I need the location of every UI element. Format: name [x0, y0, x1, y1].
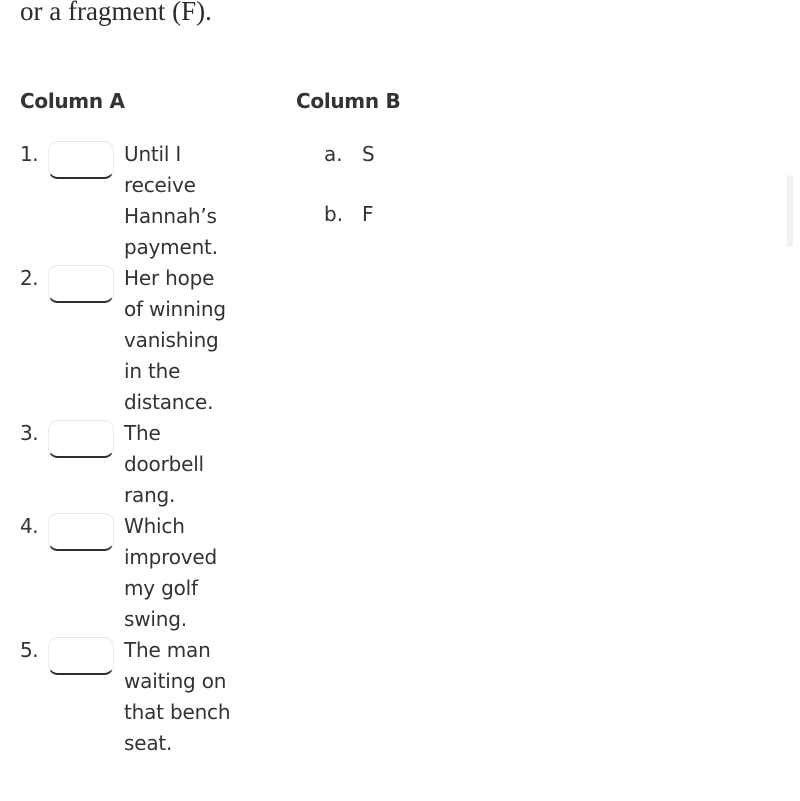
answer-input[interactable]	[48, 513, 114, 551]
item-number: 5.	[20, 638, 39, 662]
option-label: S	[362, 142, 375, 166]
option-item: b. F	[324, 199, 375, 230]
column-b-list: a. S b. F	[324, 139, 375, 259]
scrollbar[interactable]	[787, 175, 793, 247]
item-number: 4.	[20, 514, 39, 538]
option-letter: a.	[324, 142, 343, 166]
item-number: 2.	[20, 266, 39, 290]
list-item: 2. Her hope of winning vanishing in the …	[20, 263, 280, 418]
item-text: The doorbell rang.	[124, 421, 204, 507]
item-text: Until I receive Hannah’s payment.	[124, 142, 218, 259]
list-item: 5. The man waiting on that bench seat.	[20, 635, 280, 759]
answer-input[interactable]	[48, 265, 114, 303]
list-item: 4. Which improved my golf swing.	[20, 511, 280, 635]
column-a-list: 1. Until I receive Hannah’s payment. 2. …	[20, 139, 280, 759]
answer-input[interactable]	[48, 420, 114, 458]
list-item: 3. The doorbell rang.	[20, 418, 280, 511]
item-number: 1.	[20, 142, 39, 166]
column-b-header: Column B	[296, 89, 401, 113]
column-a-header: Column A	[20, 89, 125, 113]
instructions-text: or a fragment (F).	[20, 0, 212, 26]
answer-input[interactable]	[48, 637, 114, 675]
item-number: 3.	[20, 421, 39, 445]
option-letter: b.	[324, 202, 344, 226]
item-text: Which improved my golf swing.	[124, 514, 217, 631]
answer-input[interactable]	[48, 141, 114, 179]
list-item: 1. Until I receive Hannah’s payment.	[20, 139, 280, 263]
item-text: Her hope of winning vanishing in the dis…	[124, 266, 226, 414]
option-item: a. S	[324, 139, 375, 170]
item-text: The man waiting on that bench seat.	[124, 638, 231, 755]
option-label: F	[362, 202, 374, 226]
